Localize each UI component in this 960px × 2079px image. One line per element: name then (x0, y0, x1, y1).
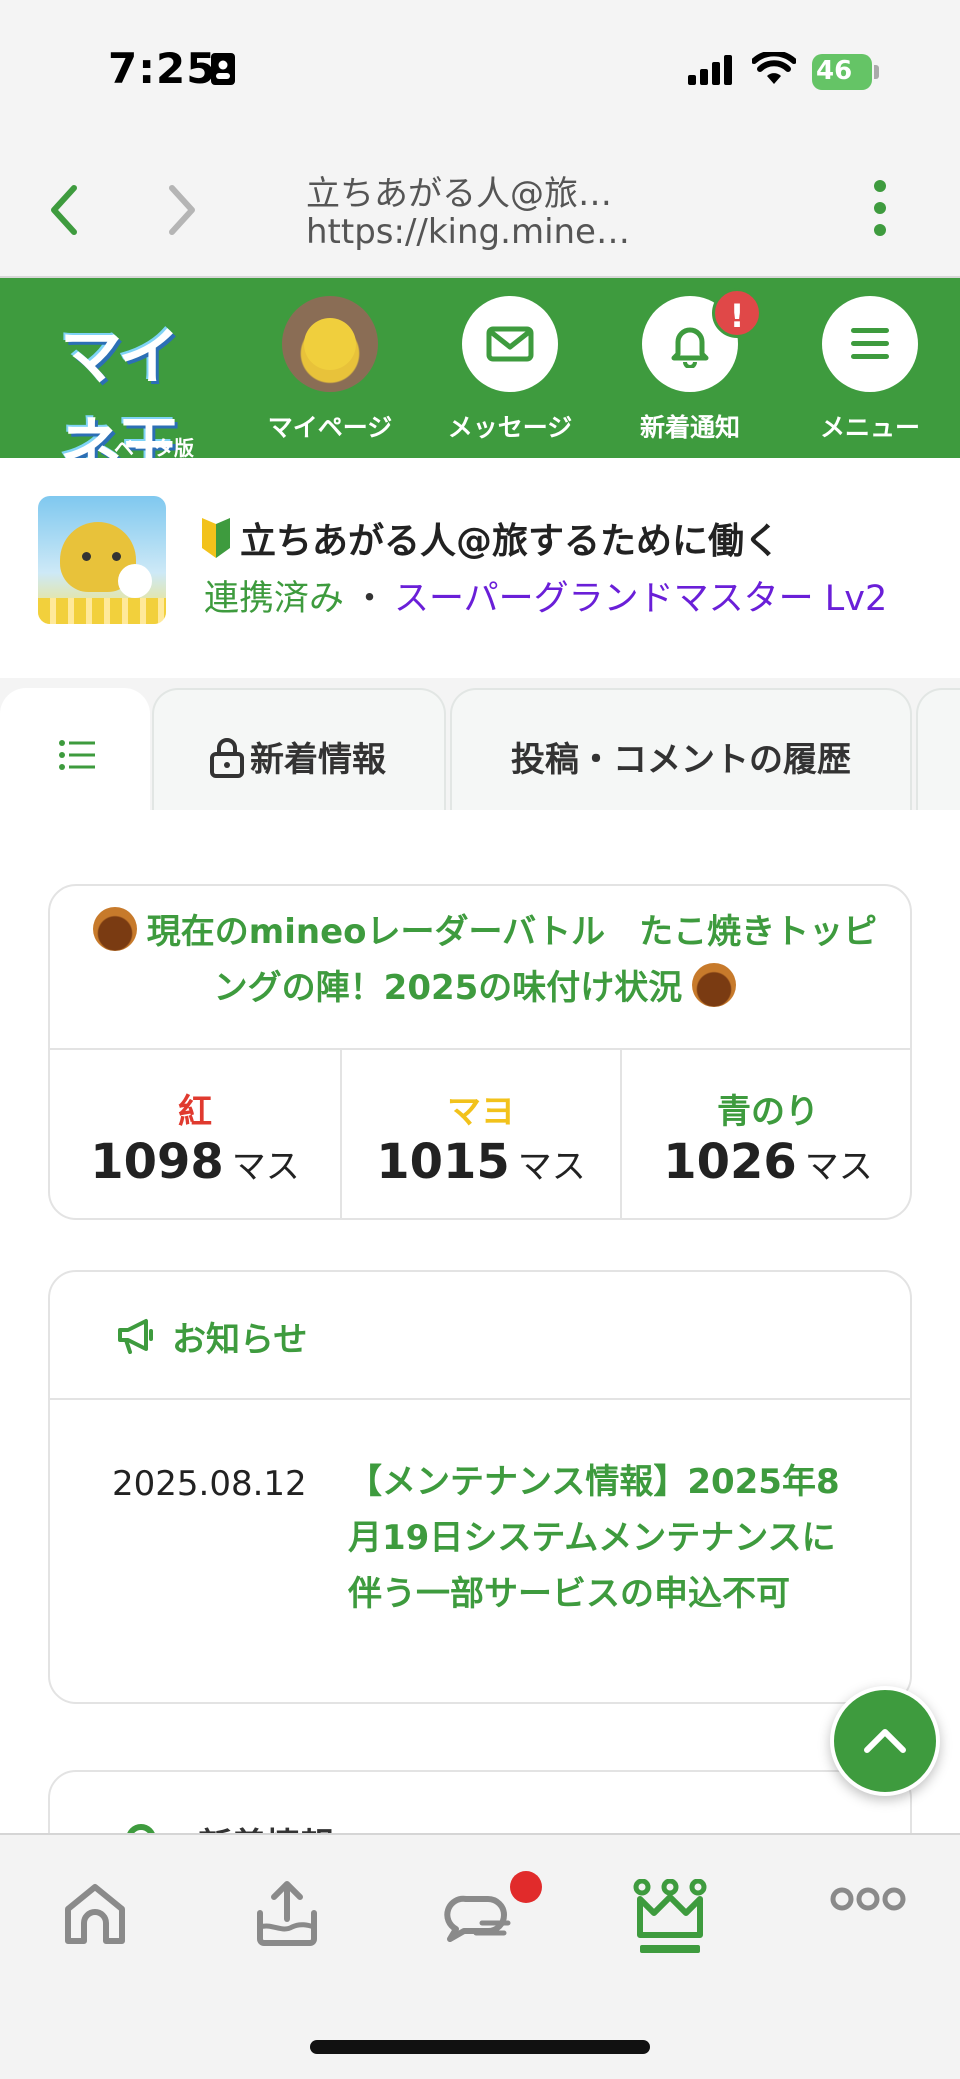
team-name: 青のり (717, 1092, 819, 1132)
team-score-card: 青のり 1026 マス (622, 1050, 910, 1218)
forward-icon[interactable] (162, 180, 202, 240)
battery-icon: 46 (812, 54, 880, 90)
team-score-card: マヨ 1015 マス (342, 1050, 622, 1218)
message-button[interactable]: メッセージ (430, 296, 590, 446)
page-title[interactable]: 立ちあがる人@旅… (306, 166, 612, 215)
mail-icon (486, 326, 534, 362)
team-score-card: 紅 1098 マス (50, 1050, 342, 1218)
menu-label: メニュー (819, 413, 920, 442)
cellular-signal-icon (688, 55, 734, 85)
scroll-top-button[interactable] (830, 1686, 940, 1796)
tab-list[interactable] (0, 688, 150, 810)
notice-title: お知らせ (172, 1320, 308, 1360)
battle-title-text: 現在のmineoレーダーバトル たこ焼きトッピングの陣！2025の味付け状況 (146, 912, 878, 1008)
notification-label: 新着通知 (639, 413, 740, 442)
profile-summary: 立ちあがる人@旅するために働く 連携済み ・ スーパーグランドマスター Lv2 (0, 458, 960, 678)
chat-icon (444, 1895, 511, 1942)
team-name: 紅 (178, 1092, 212, 1132)
battle-title: 現在のmineoレーダーバトル たこ焼きトッピングの陣！2025の味付け状況 (80, 904, 880, 1016)
status-time: 7:25 (108, 44, 217, 93)
home-indicator[interactable] (310, 2040, 650, 2054)
profile-avatar[interactable] (38, 496, 166, 624)
tab-news-label: 新着情報 (250, 740, 386, 780)
score-unit: マス (804, 1147, 873, 1187)
list-icon (59, 740, 95, 770)
beginner-mark-icon (200, 518, 232, 558)
site-header: マイネ王 ベータ版 マイページ メッセージ ! 新着通知 メニュー (0, 278, 960, 483)
team-score: 1098 (90, 1134, 224, 1190)
profile-separator: ・ (352, 579, 388, 619)
takoyaki-icon (92, 907, 137, 951)
nav-upload[interactable] (212, 1835, 362, 1995)
tab-bar: 新着情報 投稿・コメントの履歴 (0, 688, 960, 810)
unread-dot (510, 1871, 542, 1903)
nav-home[interactable] (20, 1835, 170, 1995)
back-icon[interactable] (44, 180, 84, 240)
score-unit: マス (231, 1147, 300, 1187)
logo-beta-label: ベータ版 (114, 436, 194, 460)
status-bar: 7:25 46 (0, 0, 960, 140)
news-section-title: 新着情報 (198, 1818, 334, 1833)
profile-link-status: 連携済み (204, 579, 345, 619)
menu-button[interactable]: メニュー (790, 296, 950, 446)
avatar (282, 296, 378, 392)
mypage-button[interactable]: マイページ (250, 296, 410, 446)
nav-king[interactable] (592, 1835, 742, 1995)
tab-history[interactable]: 投稿・コメントの履歴 (450, 688, 912, 810)
wifi-icon (752, 52, 796, 86)
news-section-card: 新着情報 (48, 1770, 912, 1833)
tab-history-label: 投稿・コメントの履歴 (511, 740, 851, 780)
message-label: メッセージ (447, 413, 573, 442)
megaphone-icon (116, 1318, 156, 1354)
profile-rank[interactable]: スーパーグランドマスター Lv2 (394, 570, 887, 621)
notice-card: お知らせ 2025.08.12 【メンテナンス情報】2025年8月19日システム… (48, 1270, 912, 1704)
team-name: マヨ (447, 1092, 515, 1132)
takoyaki-icon (692, 963, 737, 1007)
browser-toolbar: 立ちあがる人@旅… https://king.mine… (0, 140, 960, 278)
notice-header: お知らせ (50, 1272, 910, 1400)
id-card-icon (210, 52, 236, 86)
lock-icon (210, 738, 244, 778)
profile-name[interactable]: 立ちあがる人@旅するために働く (240, 512, 780, 564)
notice-link[interactable]: 【メンテナンス情報】2025年8月19日システムメンテナンスに伴う一部サービスの… (348, 1454, 868, 1622)
home-icon (65, 1884, 125, 1944)
pin-icon (126, 1824, 156, 1833)
chevron-up-icon (864, 1729, 906, 1753)
main-content: 現在のmineoレーダーバトル たこ焼きトッピングの陣！2025の味付け状況 紅… (0, 810, 960, 1833)
score-unit: マス (517, 1147, 586, 1187)
tab-more[interactable] (916, 688, 960, 810)
more-icon (830, 1887, 906, 1911)
hamburger-icon (851, 328, 889, 359)
mypage-label: マイページ (267, 413, 393, 442)
notification-button[interactable]: ! 新着通知 (610, 288, 770, 446)
team-score: 1015 (376, 1134, 510, 1190)
notice-date: 2025.08.12 (112, 1464, 307, 1504)
upload-icon (257, 1881, 317, 1946)
battery-level: 46 (816, 56, 853, 86)
notification-badge: ! (712, 288, 762, 338)
site-logo[interactable]: マイネ王 ベータ版 (60, 306, 230, 483)
crown-icon (633, 1879, 707, 1953)
bell-icon (671, 327, 709, 368)
team-score: 1026 (663, 1134, 797, 1190)
page-url[interactable]: https://king.mine… (306, 212, 630, 252)
tab-news[interactable]: 新着情報 (152, 688, 446, 810)
more-vertical-icon[interactable] (872, 178, 888, 238)
nav-chat[interactable] (402, 1835, 552, 1995)
nav-more[interactable] (790, 1835, 940, 1995)
radar-battle-card[interactable]: 現在のmineoレーダーバトル たこ焼きトッピングの陣！2025の味付け状況 紅… (48, 884, 912, 1220)
